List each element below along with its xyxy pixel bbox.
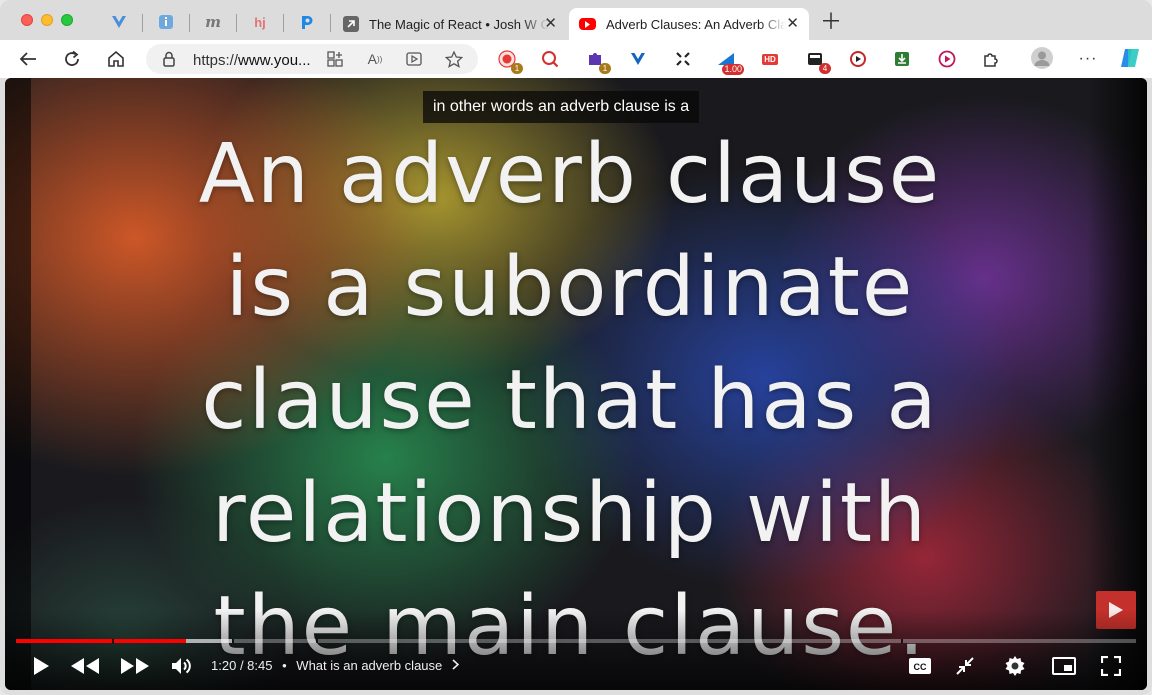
home-button[interactable] bbox=[105, 48, 127, 70]
close-window-button[interactable] bbox=[21, 14, 33, 26]
cards-icon[interactable]: 4 bbox=[805, 49, 831, 74]
time-display: 1:20 / 8:45 • What is an adverb clause bbox=[211, 658, 460, 673]
fullscreen-icon[interactable] bbox=[1099, 654, 1123, 678]
pinned-tab-vue-icon[interactable] bbox=[109, 12, 129, 32]
browser-window: m hj The Magic of React • Josh W Comeau … bbox=[0, 0, 1152, 695]
chapter-marker bbox=[112, 639, 114, 643]
hd-icon[interactable]: HD bbox=[760, 49, 780, 69]
closed-caption: in other words an adverb clause is a bbox=[423, 91, 700, 123]
apps-icon[interactable] bbox=[326, 51, 344, 67]
video-player[interactable]: An adverb clause is a subordinate clause… bbox=[5, 78, 1147, 690]
tab-magic-of-react[interactable]: The Magic of React • Josh W Comeau ✕ bbox=[333, 8, 567, 40]
maximize-window-button[interactable] bbox=[61, 14, 73, 26]
volume-icon[interactable] bbox=[169, 654, 193, 678]
tab-adverb-clauses[interactable]: Adverb Clauses: An Adverb Clause ✕ bbox=[569, 8, 809, 40]
more-menu-icon[interactable]: ··· bbox=[1078, 49, 1098, 69]
url-host: www.you... bbox=[238, 52, 311, 69]
tab-separator bbox=[142, 14, 143, 32]
copilot-icon[interactable] bbox=[1118, 46, 1142, 70]
pinned-tab-m-icon[interactable]: m bbox=[203, 12, 223, 32]
tab-close-icon[interactable]: ✕ bbox=[786, 16, 799, 32]
record-icon[interactable]: 1 bbox=[497, 49, 523, 74]
tab-strip: m hj The Magic of React • Josh W Comeau … bbox=[0, 0, 1152, 42]
puzzle-purple-icon[interactable]: 1 bbox=[585, 49, 611, 74]
vue-icon[interactable] bbox=[628, 49, 648, 69]
tab-separator bbox=[236, 14, 237, 32]
miniplayer-icon[interactable] bbox=[953, 654, 977, 678]
fast-forward-button[interactable] bbox=[119, 654, 151, 678]
address-bar[interactable]: https://www.you... A)) bbox=[146, 44, 478, 74]
tab-title: The Magic of React • Josh W Comeau bbox=[369, 16, 549, 32]
svg-text:CC: CC bbox=[914, 662, 927, 672]
favorite-star-icon[interactable] bbox=[445, 50, 463, 68]
lock-icon[interactable] bbox=[162, 51, 176, 72]
speed-badge: 1.00 bbox=[722, 64, 744, 75]
back-button[interactable] bbox=[17, 48, 39, 70]
progress-bar[interactable] bbox=[16, 639, 1136, 643]
chapter-marker bbox=[316, 639, 318, 643]
bullet-separator: • bbox=[282, 658, 287, 673]
pinned-tab-info-icon[interactable] bbox=[156, 12, 176, 32]
read-aloud-icon[interactable]: A)) bbox=[366, 51, 384, 67]
video-search-icon[interactable] bbox=[848, 49, 868, 69]
chapter-title[interactable]: What is an adverb clause bbox=[296, 658, 442, 673]
extension-badge: 1 bbox=[511, 63, 523, 74]
url-text: https://www.you... bbox=[193, 52, 311, 69]
browser-toolbar: https://www.you... A)) 1 1 1.00 HD 4 ··· bbox=[0, 40, 1152, 78]
slide-line: clause that has a bbox=[201, 353, 939, 448]
reload-button[interactable] bbox=[61, 48, 83, 70]
extensions-puzzle-icon[interactable] bbox=[981, 49, 1001, 69]
extension-badge: 1 bbox=[599, 63, 611, 74]
pinned-tab-p-icon[interactable] bbox=[297, 12, 317, 32]
slide-text: An adverb clause is a subordinate clause… bbox=[170, 118, 970, 683]
slide-line: is a subordinate bbox=[225, 240, 915, 335]
played-bar bbox=[16, 639, 187, 643]
current-time: 1:20 bbox=[211, 658, 237, 673]
profile-avatar-icon[interactable] bbox=[1031, 47, 1053, 69]
video-letterbox bbox=[5, 78, 31, 690]
tab-separator bbox=[189, 14, 190, 32]
scatter-icon[interactable] bbox=[673, 49, 693, 69]
slide-line: An adverb clause bbox=[198, 127, 942, 222]
extension-badge: 4 bbox=[819, 63, 831, 74]
rewind-button[interactable] bbox=[69, 654, 101, 678]
tab-separator bbox=[283, 14, 284, 32]
external-link-icon bbox=[343, 16, 359, 32]
play-button[interactable] bbox=[29, 654, 53, 678]
settings-gear-icon[interactable] bbox=[1003, 654, 1027, 678]
tab-close-icon[interactable]: ✕ bbox=[544, 16, 557, 32]
video-icon[interactable] bbox=[405, 51, 423, 67]
minimize-window-button[interactable] bbox=[41, 14, 53, 26]
tab-separator bbox=[330, 14, 331, 32]
download-icon[interactable] bbox=[892, 49, 912, 69]
chapter-marker bbox=[232, 639, 234, 643]
magnifier-icon[interactable] bbox=[540, 49, 560, 69]
new-tab-button[interactable]: ＋ bbox=[820, 11, 842, 33]
play-circle-icon[interactable] bbox=[937, 49, 957, 69]
chevron-right-icon[interactable] bbox=[452, 658, 460, 673]
duration: 8:45 bbox=[247, 658, 273, 673]
picture-in-picture-icon[interactable] bbox=[1051, 654, 1077, 678]
youtube-icon bbox=[579, 18, 596, 30]
url-prefix: https:// bbox=[193, 52, 239, 69]
speed-icon[interactable]: 1.00 bbox=[716, 49, 744, 75]
chapter-marker bbox=[901, 639, 903, 643]
pinned-tab-hj-icon[interactable]: hj bbox=[250, 12, 270, 32]
subtitles-button[interactable]: CC bbox=[907, 654, 933, 678]
tab-title: Adverb Clauses: An Adverb Clause bbox=[606, 16, 786, 32]
slide-line: relationship with bbox=[211, 466, 929, 561]
controls-gradient bbox=[5, 610, 1147, 690]
